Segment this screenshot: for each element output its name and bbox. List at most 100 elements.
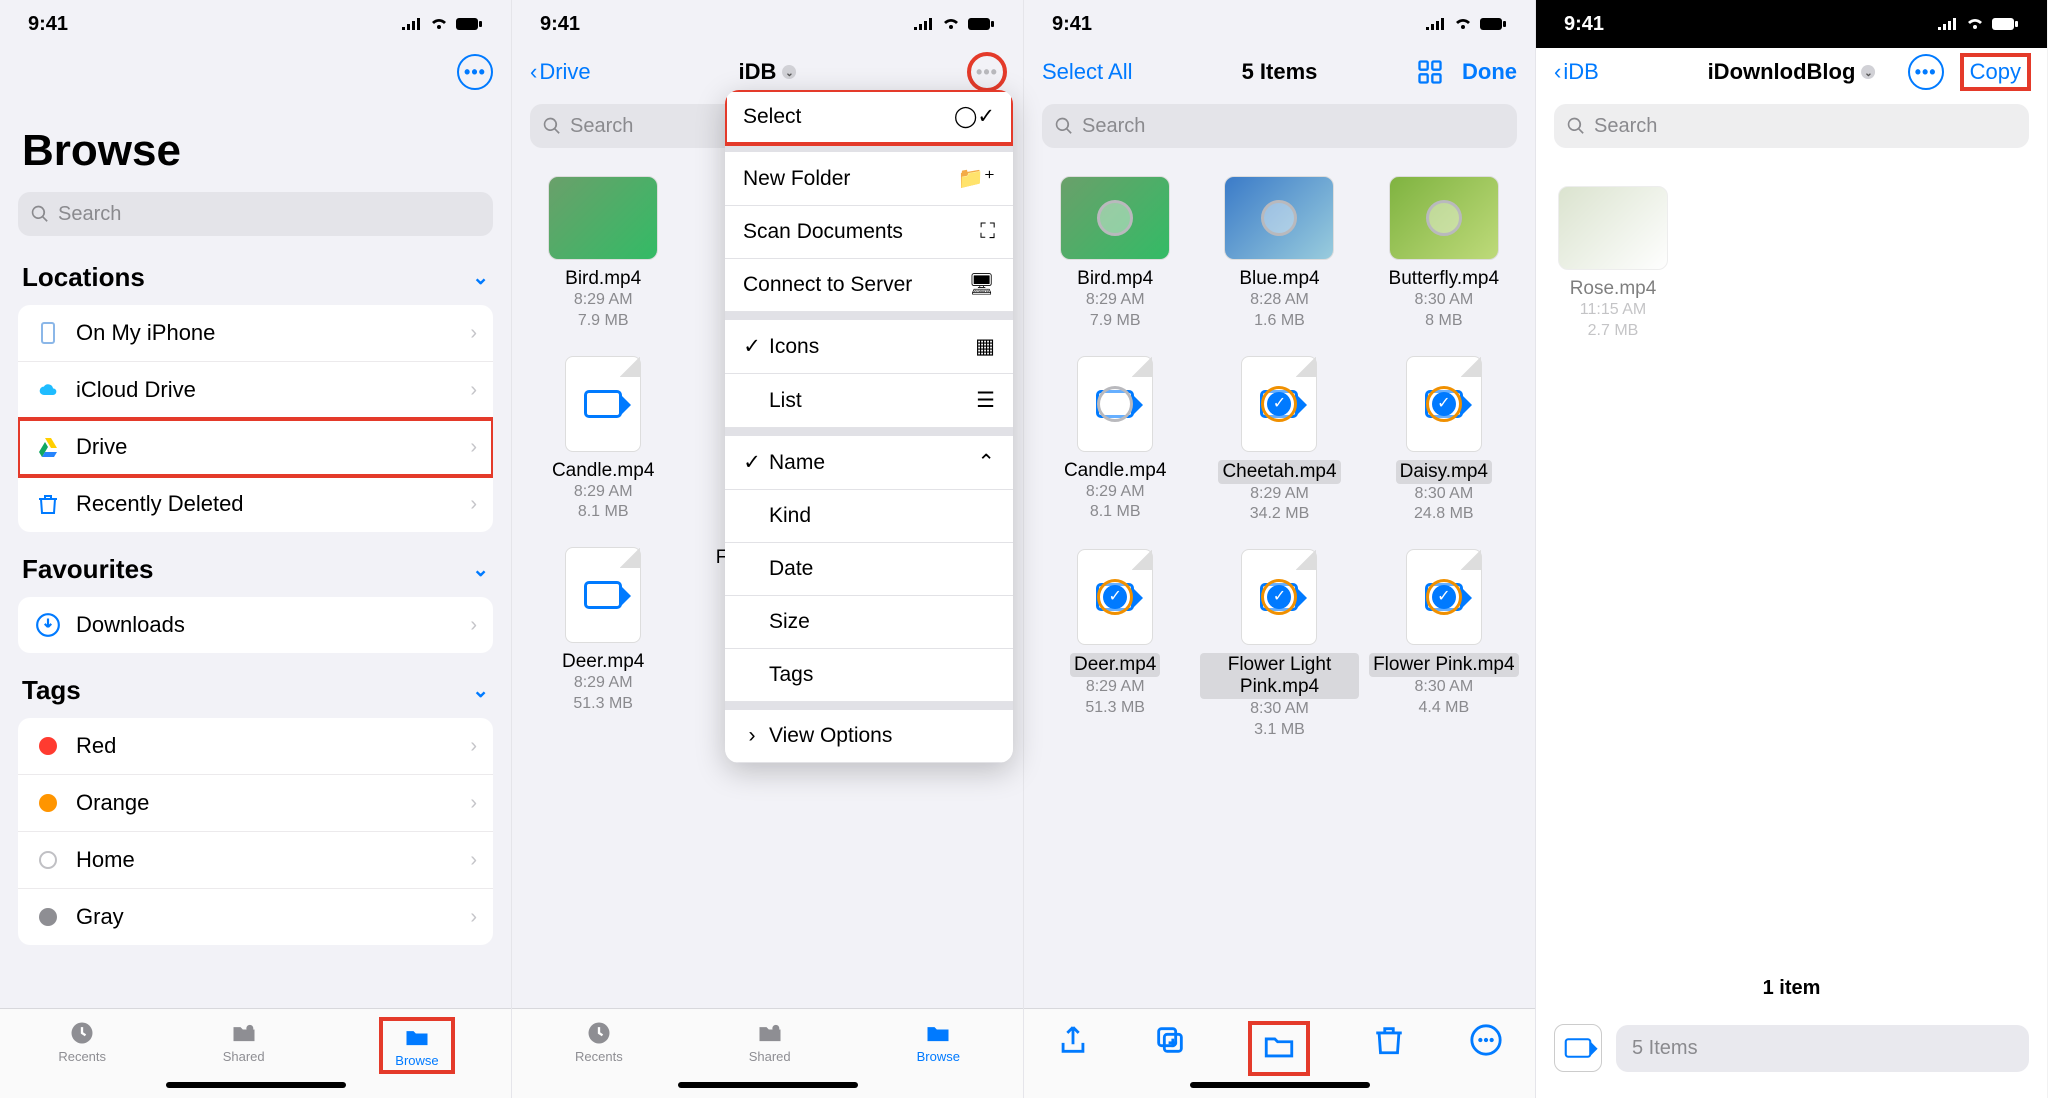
tag-gray[interactable]: Gray› [18,889,493,945]
file-name: Blue.mp4 [1239,268,1319,290]
tag-orange[interactable]: Orange› [18,775,493,832]
more-button[interactable]: ••• [457,54,493,90]
file-item[interactable]: ✓Cheetah.mp48:29 AM34.2 MB [1200,356,1358,526]
search-icon [1566,116,1586,136]
more-button[interactable]: ••• [1908,54,1944,90]
file-item[interactable]: Butterfly.mp48:30 AM8 MB [1365,176,1523,332]
screen-browse: 9:41 ••• Browse Search Locations ⌄ On My… [0,0,512,1098]
selection-toolbar [1024,1008,1535,1098]
menu-connect[interactable]: Connect to Server🖥 [725,259,1013,312]
file-time: 8:30 AM [1414,484,1473,505]
video-thumbnail [1558,186,1668,270]
tab-bar: Recents Shared Browse [0,1008,511,1098]
folder-plus-icon: 📁⁺ [958,166,995,191]
wifi-icon [1453,17,1473,31]
location-drive[interactable]: Drive › [18,419,493,476]
move-button[interactable] [1250,1023,1308,1074]
folder-title[interactable]: iDB⌄ [739,59,797,85]
menu-scan[interactable]: Scan Documents⛶ [725,206,1013,259]
file-item[interactable]: Blue.mp48:28 AM1.6 MB [1200,176,1358,332]
status-time: 9:41 [28,13,68,36]
tab-recents[interactable]: Recents [58,1019,106,1064]
tag-home[interactable]: Home› [18,832,493,889]
menu-view-list[interactable]: List☰ [725,374,1013,428]
favourites-list: Downloads › [18,597,493,653]
file-item[interactable]: Candle.mp48:29 AM8.1 MB [524,356,682,524]
file-item[interactable]: ✓Deer.mp48:29 AM51.3 MB [1036,549,1194,741]
document-thumbnail: ✓ [1406,356,1482,452]
tab-shared[interactable]: Shared [223,1019,265,1064]
wifi-icon [941,17,961,31]
tab-shared[interactable]: Shared [749,1019,791,1064]
chevron-right-icon: › [470,493,477,516]
search-field[interactable]: Search [1554,104,2029,148]
checkmark-icon: ✓ [743,334,761,359]
menu-sort-size[interactable]: Size [725,596,1013,649]
chevron-right-icon: › [470,906,477,929]
menu-sort-name[interactable]: ✓Name⌃ [725,436,1013,490]
file-time: 8:28 AM [1250,290,1309,311]
menu-new-folder[interactable]: New Folder📁⁺ [725,152,1013,206]
menu-select[interactable]: Select◯✓ [725,90,1013,144]
tag-red[interactable]: Red› [18,718,493,775]
menu-sort-date[interactable]: Date [725,543,1013,596]
file-item[interactable]: Bird.mp48:29 AM7.9 MB [524,176,682,332]
layout-toggle-icon[interactable] [1416,58,1444,86]
document-thumbnail: ✓ [1241,549,1317,645]
share-button[interactable] [1056,1023,1090,1062]
back-button[interactable]: ‹ iDB [1554,59,1599,85]
search-placeholder: Search [1594,115,1657,138]
wifi-icon [429,17,449,31]
folder-title[interactable]: iDownlodBlog⌄ [1708,59,1876,85]
status-indicators [913,17,995,31]
search-field[interactable]: Search [18,192,493,236]
menu-view-options[interactable]: ›View Options [725,710,1013,763]
chevron-down-icon: ⌄ [782,65,796,79]
status-bar: 9:41 [1024,0,1535,48]
status-bar: 9:41 [0,0,511,48]
back-button[interactable]: ‹ Drive [530,59,591,85]
battery-icon [967,17,995,31]
video-thumbnail [1060,176,1170,260]
menu-view-icons[interactable]: ✓Icons▦ [725,320,1013,374]
file-item[interactable]: Deer.mp48:29 AM51.3 MB [524,547,682,715]
tab-browse[interactable]: Browse [381,1019,452,1072]
file-size: 34.2 MB [1250,504,1310,525]
file-time: 8:29 AM [1250,484,1309,505]
delete-button[interactable] [1372,1023,1406,1062]
search-field[interactable]: Search [1042,104,1517,148]
file-name: Deer.mp4 [1070,653,1160,677]
checkmark-icon: ✓ [743,450,761,475]
section-locations[interactable]: Locations ⌄ [0,244,511,301]
location-icloud[interactable]: iCloud Drive › [18,362,493,419]
scan-icon: ⛶ [980,220,995,244]
video-thumbnail [1224,176,1334,260]
location-on-my-iphone[interactable]: On My iPhone › [18,305,493,362]
done-button[interactable]: Done [1462,59,1517,85]
status-indicators [1425,17,1507,31]
section-tags[interactable]: Tags ⌄ [0,657,511,714]
section-favourites[interactable]: Favourites ⌄ [0,536,511,593]
favourite-downloads[interactable]: Downloads › [18,597,493,653]
trash-icon [34,490,62,518]
menu-sort-kind[interactable]: Kind [725,490,1013,543]
location-trash[interactable]: Recently Deleted › [18,476,493,532]
tab-recents[interactable]: Recents [575,1019,623,1064]
file-item[interactable]: Candle.mp48:29 AM8.1 MB [1036,356,1194,526]
file-item[interactable]: Bird.mp48:29 AM7.9 MB [1036,176,1194,332]
tab-browse[interactable]: Browse [917,1019,960,1064]
copy-button[interactable]: Copy [1962,55,2029,89]
search-placeholder: Search [1082,115,1145,138]
more-button[interactable] [1469,1023,1503,1062]
status-indicators [1937,17,2019,31]
file-item[interactable]: ✓Flower Light Pink.mp48:30 AM3.1 MB [1200,549,1358,741]
file-item[interactable]: ✓Daisy.mp48:30 AM24.8 MB [1365,356,1523,526]
select-all-button[interactable]: Select All [1042,59,1133,85]
file-item[interactable]: ✓Flower Pink.mp48:30 AM4.4 MB [1365,549,1523,741]
menu-sort-tags[interactable]: Tags [725,649,1013,702]
file-time: 8:29 AM [1086,677,1145,698]
more-button[interactable]: ••• [969,54,1005,90]
search-placeholder: Search [570,115,633,138]
page-title: Browse [0,96,511,184]
duplicate-button[interactable] [1153,1023,1187,1062]
